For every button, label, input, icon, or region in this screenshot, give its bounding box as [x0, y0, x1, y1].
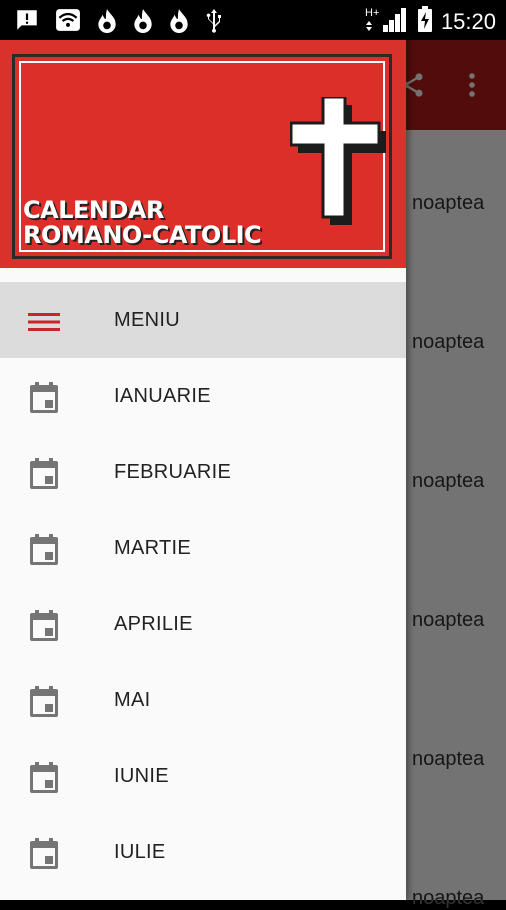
- drawer-item-label: IULIE: [114, 840, 166, 863]
- drawer-item-iulie[interactable]: IULIE: [0, 814, 406, 890]
- calendar-icon: [26, 836, 62, 872]
- drawer-item-aprilie[interactable]: APRILIE: [0, 586, 406, 662]
- navigation-drawer: CALENDAR ROMANO-CATOLIC MENIU IANUARIE F…: [0, 40, 406, 900]
- drawer-item-mai[interactable]: MAI: [0, 662, 406, 738]
- status-bar: H+ 15:20: [0, 0, 506, 40]
- wifi-icon: [54, 7, 82, 38]
- drawer-item-label: IUNIE: [114, 764, 169, 787]
- calendar-icon: [26, 532, 62, 568]
- flame-icon: [168, 7, 190, 38]
- calendar-icon: [26, 608, 62, 644]
- drawer-item-meniu[interactable]: MENIU: [0, 282, 406, 358]
- calendar-icon: [26, 456, 62, 492]
- drawer-item-februarie[interactable]: FEBRUARIE: [0, 434, 406, 510]
- drawer-item-label: MAI: [114, 688, 151, 711]
- drawer-item-label: MARTIE: [114, 536, 191, 559]
- drawer-item-label: APRILIE: [114, 612, 193, 635]
- cross-icon: [290, 97, 386, 225]
- drawer-item-label: FEBRUARIE: [114, 460, 232, 483]
- signal-icon: H+: [365, 5, 409, 38]
- logo-title: CALENDAR ROMANO-CATOLIC: [23, 196, 262, 249]
- drawer-menu: MENIU IANUARIE FEBRUARIE MARTIE APRILIE: [0, 282, 406, 890]
- drawer-header: CALENDAR ROMANO-CATOLIC: [0, 40, 406, 268]
- calendar-icon: [26, 380, 62, 416]
- status-clock: 15:20: [440, 8, 496, 34]
- calendar-icon: [26, 760, 62, 796]
- logo-title-line2: ROMANO-CATOLIC: [23, 221, 262, 249]
- drawer-item-ianuarie[interactable]: IANUARIE: [0, 358, 406, 434]
- battery-charging-icon: [417, 5, 433, 38]
- logo-title-line1: CALENDAR: [23, 196, 164, 224]
- drawer-item-label: MENIU: [114, 308, 180, 331]
- drawer-item-label: IANUARIE: [114, 384, 211, 407]
- hamburger-icon: [26, 304, 62, 340]
- drawer-item-martie[interactable]: MARTIE: [0, 510, 406, 586]
- network-type-label: H+: [365, 7, 379, 19]
- drawer-item-iunie[interactable]: IUNIE: [0, 738, 406, 814]
- flame-icon: [132, 7, 154, 38]
- calendar-icon: [26, 684, 62, 720]
- flame-icon: [96, 7, 118, 38]
- usb-icon: [204, 7, 224, 38]
- notification-alert-icon: [14, 7, 40, 38]
- app-logo: CALENDAR ROMANO-CATOLIC: [12, 54, 392, 259]
